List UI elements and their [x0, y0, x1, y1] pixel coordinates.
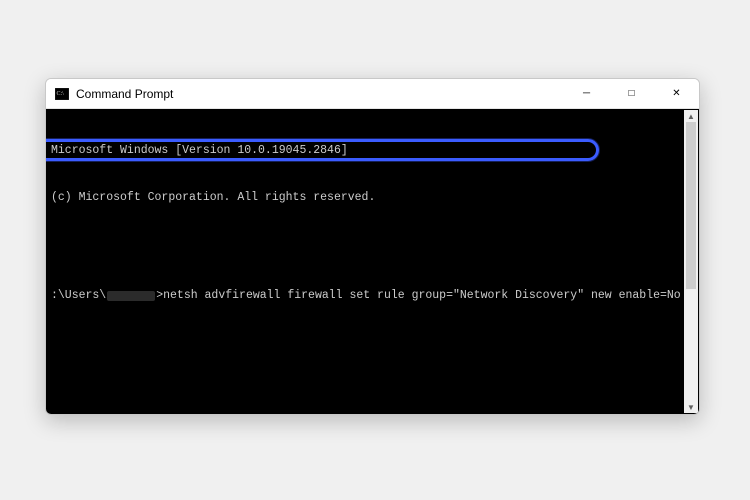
- maximize-button[interactable]: □: [609, 79, 654, 108]
- scroll-up-arrow[interactable]: ▲: [684, 110, 698, 122]
- scroll-down-arrow[interactable]: ▼: [684, 401, 698, 413]
- terminal-output[interactable]: Microsoft Windows [Version 10.0.19045.28…: [46, 109, 699, 414]
- version-line: Microsoft Windows [Version 10.0.19045.28…: [51, 143, 694, 159]
- prompt-prefix: :\Users\: [51, 288, 106, 304]
- close-button[interactable]: ✕: [654, 79, 699, 108]
- command-text: netsh advfirewall firewall set rule grou…: [163, 288, 681, 304]
- prompt-suffix: >: [156, 288, 163, 304]
- copyright-line: (c) Microsoft Corporation. All rights re…: [51, 190, 694, 206]
- terminal-icon: C:\: [54, 86, 70, 102]
- redacted-username: [107, 291, 155, 301]
- window-title: Command Prompt: [76, 87, 564, 101]
- scroll-thumb[interactable]: [686, 122, 696, 289]
- window-controls: ─ □ ✕: [564, 79, 699, 108]
- vertical-scrollbar[interactable]: ▲ ▼: [684, 110, 698, 413]
- titlebar[interactable]: C:\ Command Prompt ─ □ ✕: [46, 79, 699, 109]
- minimize-button[interactable]: ─: [564, 79, 609, 108]
- command-prompt-window: C:\ Command Prompt ─ □ ✕ Microsoft Windo…: [45, 78, 700, 415]
- svg-text:C:\: C:\: [57, 91, 65, 97]
- blank-line: [51, 236, 694, 252]
- command-line[interactable]: :\Users\ >netsh advfirewall firewall set …: [51, 288, 694, 304]
